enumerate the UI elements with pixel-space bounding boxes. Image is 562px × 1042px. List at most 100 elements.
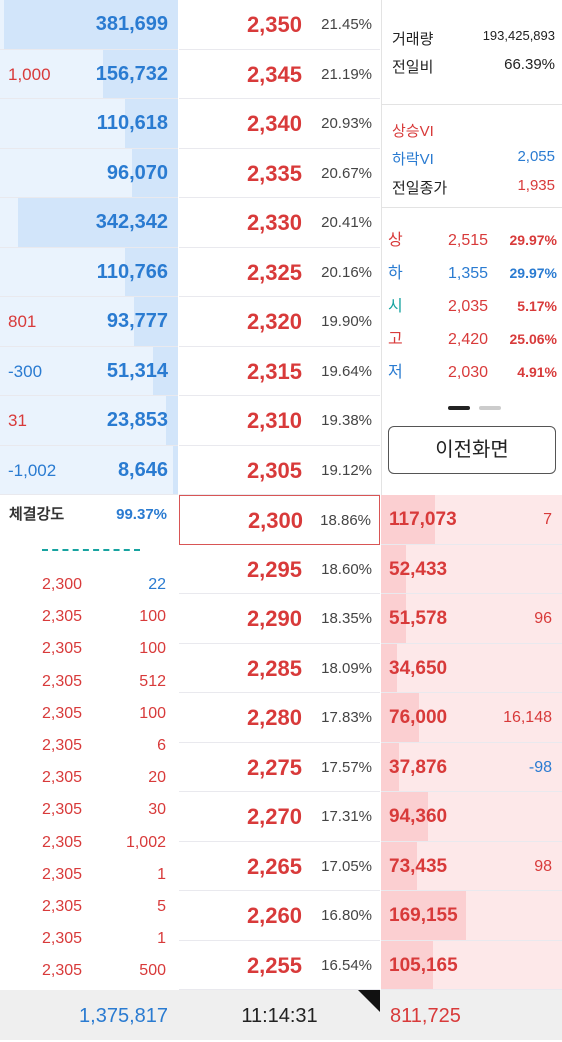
price-range-row: 상 2,515 29.97% xyxy=(388,224,557,257)
trade-volume: 5 xyxy=(157,898,166,915)
bid-row[interactable]: 34,650 xyxy=(381,643,562,693)
bid-quantity: 117,073 xyxy=(389,509,457,530)
stock-info-panel: 거래량 193,425,893 전일비 66.39% 상승VI 하락VI 2,0… xyxy=(381,0,562,495)
ask-price: 2,345 xyxy=(246,61,302,87)
trade-volume: 1 xyxy=(157,865,166,883)
ask-price: 2,315 xyxy=(246,358,302,384)
ask-percent: 20.67% xyxy=(321,164,372,182)
bid-row[interactable]: 117,073 7 xyxy=(381,495,562,545)
price-row[interactable]: 2,340 20.93% xyxy=(179,99,380,149)
price-row[interactable]: 2,270 17.31% xyxy=(179,792,380,842)
ask-change: 1,000 xyxy=(8,64,51,84)
ask-price: 2,340 xyxy=(246,111,302,136)
ask-row[interactable]: 96,070 xyxy=(0,148,178,198)
bid-price: 2,260 xyxy=(246,903,302,928)
bid-quantity: 94,360 xyxy=(389,806,448,827)
ask-row[interactable]: 110,766 xyxy=(0,247,178,297)
ask-change: -1,002 xyxy=(8,460,57,480)
bid-change: 98 xyxy=(534,857,552,875)
ask-row[interactable]: 1,000 156,732 xyxy=(0,49,178,99)
bid-percent: 18.09% xyxy=(321,659,372,677)
ask-quantity: 110,618 xyxy=(96,112,168,134)
price-row[interactable]: 2,275 17.57% xyxy=(179,743,380,792)
trade-volume: 20 xyxy=(148,769,166,787)
ask-quantity: 342,342 xyxy=(95,211,168,233)
bid-row[interactable]: 105,165 xyxy=(381,940,562,990)
bid-quantity: 34,650 xyxy=(389,657,448,679)
range-label: 하 xyxy=(388,265,403,282)
bid-change: 7 xyxy=(543,511,552,528)
trade-volume: 22 xyxy=(148,576,166,593)
ask-price: 2,350 xyxy=(246,12,302,37)
bid-percent: 16.54% xyxy=(321,956,372,974)
page-indicator-inactive[interactable] xyxy=(479,406,501,410)
price-range-row: 고 2,420 25.06% xyxy=(388,323,557,356)
price-row[interactable]: 2,310 19.38% xyxy=(179,396,380,446)
price-column: 2,350 21.45% 2,345 21.19% 2,340 20.93% 2,335 20… xyxy=(179,0,380,990)
ask-row[interactable]: 381,699 xyxy=(0,0,178,50)
price-row[interactable]: 2,280 17.83% xyxy=(179,693,380,743)
total-ask-quantity: 1,375,817 xyxy=(79,1005,168,1027)
price-row[interactable]: 2,260 16.80% xyxy=(179,891,380,941)
price-row[interactable]: 2,350 21.45% xyxy=(179,0,380,50)
ask-row[interactable]: 342,342 xyxy=(0,198,178,248)
bid-row[interactable]: 76,000 16,148 xyxy=(381,693,562,743)
ask-percent: 19.12% xyxy=(321,461,372,479)
trade-strength-panel: 체결강도 99.37% 2,300 22 2,305 100 2,305 100 2,305… xyxy=(0,495,178,990)
bid-percent: 18.60% xyxy=(321,560,372,578)
trade-row: 2,305 500 xyxy=(0,955,178,987)
bid-quantity: 169,155 xyxy=(389,905,458,926)
price-row[interactable]: 2,330 20.41% xyxy=(179,198,380,248)
prev-close-label: 전일종가 xyxy=(392,180,448,197)
trade-price: 2,305 xyxy=(42,865,83,883)
bid-row[interactable]: 51,578 96 xyxy=(381,594,562,644)
down-vi-label: 하락VI xyxy=(392,151,434,168)
bid-row[interactable]: 52,433 xyxy=(381,544,562,594)
prev-screen-button[interactable]: 이전화면 xyxy=(388,426,556,474)
bid-percent: 17.05% xyxy=(321,857,372,875)
bid-change: 96 xyxy=(534,610,552,627)
bid-change: 16,148 xyxy=(503,709,552,726)
price-row[interactable]: 2,285 18.09% xyxy=(179,644,380,693)
price-row[interactable]: 2,290 18.35% xyxy=(179,594,380,644)
ask-row[interactable]: -300 51,314 xyxy=(0,346,178,396)
price-row[interactable]: 2,295 18.60% xyxy=(179,545,380,594)
ask-row[interactable]: 110,618 xyxy=(0,99,178,149)
ask-row[interactable]: 31 23,853 xyxy=(0,396,178,446)
trade-row: 2,305 20 xyxy=(0,762,178,794)
trade-row: 2,305 30 xyxy=(0,794,178,826)
bid-percent: 18.86% xyxy=(320,512,371,529)
range-percent: 25.06% xyxy=(509,331,557,347)
bid-price: 2,275 xyxy=(246,754,302,780)
bid-row[interactable]: 73,435 98 xyxy=(381,841,562,891)
ask-row[interactable]: -1,002 8,646 xyxy=(0,445,178,495)
bid-row[interactable]: 37,876 -98 xyxy=(381,742,562,792)
bid-price: 2,300 xyxy=(247,508,303,533)
bid-price: 2,255 xyxy=(246,952,302,978)
price-row[interactable]: 2,255 16.54% xyxy=(179,941,380,990)
up-vi-line: 상승VI xyxy=(392,120,555,141)
trade-volume: 1,002 xyxy=(125,833,166,851)
ask-row[interactable]: 801 93,777 xyxy=(0,297,178,347)
price-row[interactable]: 2,315 19.64% xyxy=(179,347,380,396)
ask-price: 2,335 xyxy=(246,160,302,186)
bid-price: 2,270 xyxy=(246,804,302,829)
price-row[interactable]: 2,325 20.16% xyxy=(179,248,380,297)
prev-ratio-label: 전일비 xyxy=(392,59,434,76)
current-price-row[interactable]: 2,300 18.86% xyxy=(179,495,380,545)
ask-price: 2,330 xyxy=(246,210,302,235)
bid-row[interactable]: 94,360 xyxy=(381,792,562,842)
price-row[interactable]: 2,265 17.05% xyxy=(179,842,380,891)
trade-row: 2,305 1 xyxy=(0,923,178,955)
page-indicator-active[interactable] xyxy=(448,406,470,410)
range-price: 2,515 xyxy=(448,232,489,249)
trade-price: 2,305 xyxy=(42,704,83,722)
bid-row[interactable]: 169,155 xyxy=(381,891,562,941)
price-row[interactable]: 2,320 19.90% xyxy=(179,297,380,347)
price-row[interactable]: 2,305 19.12% xyxy=(179,446,380,495)
price-row[interactable]: 2,345 21.19% xyxy=(179,50,380,99)
trade-row: 2,300 22 xyxy=(0,569,178,601)
ask-change: 801 xyxy=(8,312,37,331)
price-row[interactable]: 2,335 20.67% xyxy=(179,149,380,198)
ask-quantity: 8,646 xyxy=(117,458,168,481)
